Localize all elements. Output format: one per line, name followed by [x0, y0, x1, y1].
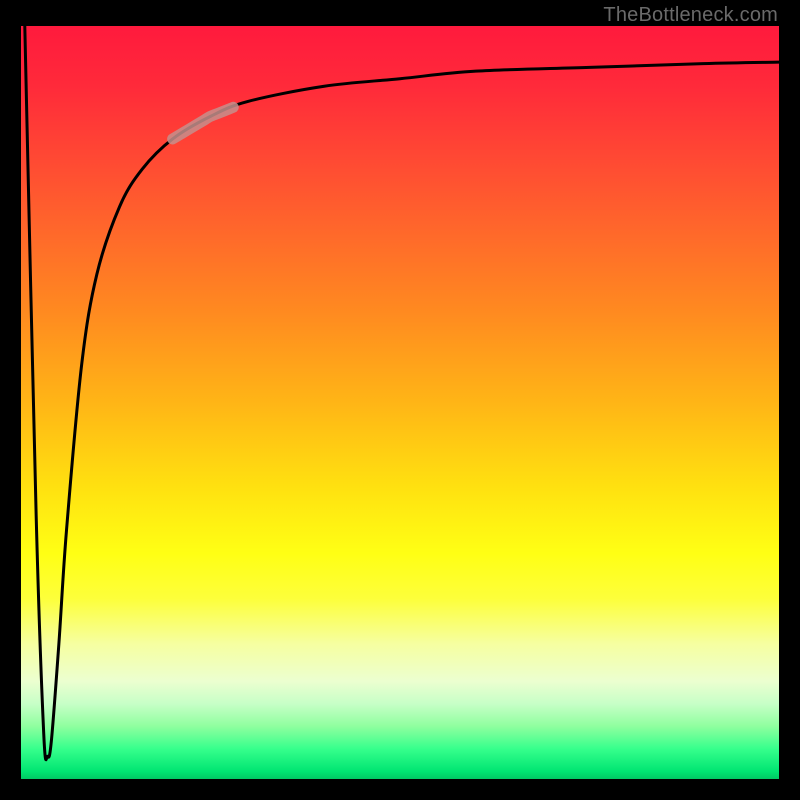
attribution-watermark: TheBottleneck.com	[603, 4, 778, 27]
plot-gradient-background	[21, 26, 779, 779]
chart-frame: TheBottleneck.com	[0, 0, 800, 800]
